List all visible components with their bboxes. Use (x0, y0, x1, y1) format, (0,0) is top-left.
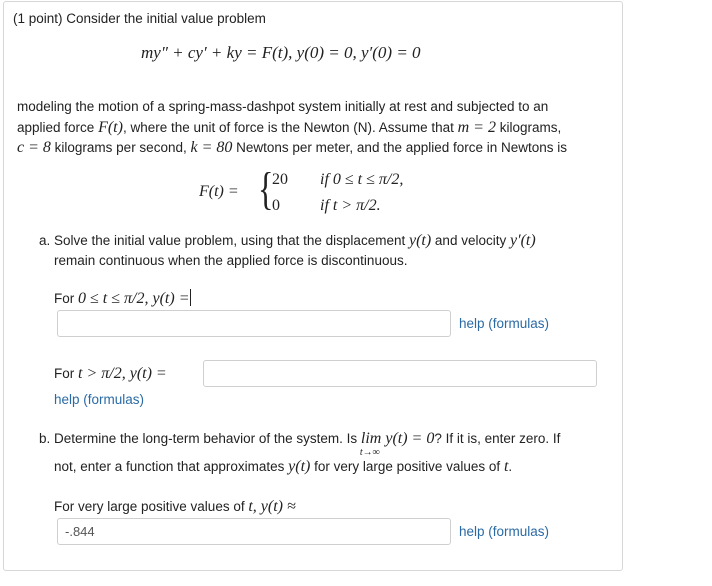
case-2-condition: if t > π/2. (320, 197, 381, 214)
ivp-equation: my″ + cy′ + ky = F(t), y(0) = 0, y′(0) =… (141, 43, 421, 62)
piecewise-lhs: F(t) = (199, 183, 239, 200)
part-b-help-link[interactable]: help (formulas) (459, 524, 549, 539)
part-a-q2-input[interactable] (203, 360, 597, 387)
part-b-line-1: b. Determine the long-term behavior of t… (39, 430, 561, 458)
part-a-q1-input[interactable] (57, 310, 451, 337)
description-line-2: applied force F(t), where the unit of fo… (17, 118, 562, 136)
limit-subscript: t→∞ (359, 447, 380, 458)
part-a-q1-help-link[interactable]: help (formulas) (459, 316, 549, 331)
part-b-q-label: For very large positive values of t, y(t… (54, 498, 296, 515)
case-1-condition: if 0 ≤ t ≤ π/2, (320, 171, 404, 188)
problem-intro: (1 point) Consider the initial value pro… (13, 11, 266, 26)
part-a-line-1: a. Solve the initial value problem, usin… (39, 232, 536, 249)
part-a-line-2: remain continuous when the applied force… (54, 253, 408, 268)
part-a-q1-label: For 0 ≤ t ≤ π/2, y(t) = (54, 289, 192, 307)
case-1-value: 20 (272, 171, 288, 188)
problem-card: (1 point) Consider the initial value pro… (3, 1, 623, 571)
problem-description: modeling the motion of a spring-mass-das… (17, 97, 613, 159)
description-line-1: modeling the motion of a spring-mass-das… (17, 99, 549, 114)
part-b-input[interactable]: -.844 (57, 518, 451, 545)
text-cursor (190, 289, 192, 306)
part-a-text: a. Solve the initial value problem, usin… (39, 231, 536, 271)
part-a-q2-label: For t > π/2, y(t) = (54, 365, 167, 382)
part-b-line-2: not, enter a function that approximates … (54, 458, 513, 475)
description-line-3: c = 8 kilograms per second, k = 80 Newto… (17, 139, 568, 156)
part-a-q2-help-link[interactable]: help (formulas) (54, 392, 144, 407)
case-2-value: 0 (272, 197, 280, 214)
